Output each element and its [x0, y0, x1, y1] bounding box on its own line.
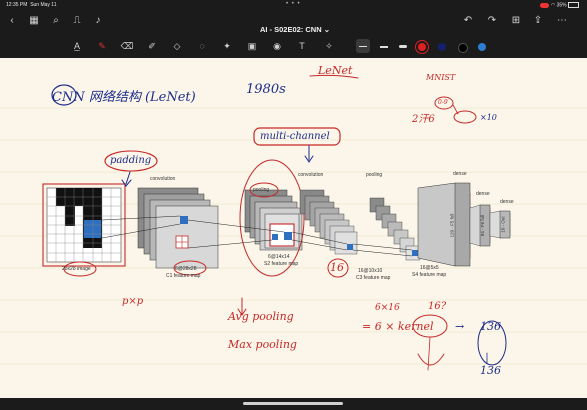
grid-view-icon[interactable]: ▦: [28, 15, 40, 27]
dense1-title: dense: [453, 171, 467, 177]
note-multi-channel: multi-channel: [260, 131, 330, 142]
note-era: 1980s: [246, 82, 286, 97]
note-pxp: p×p: [122, 296, 144, 307]
c1-feature-stack: [137, 187, 219, 269]
blue-color-swatch[interactable]: [478, 43, 486, 51]
note-avg-pooling: Avg pooling: [228, 310, 294, 323]
thick-stroke-option[interactable]: [396, 39, 410, 53]
status-time-date: 12:35 PM Sun May 11: [6, 2, 57, 8]
wifi-icon: ◠: [550, 2, 556, 9]
note-formula: = 6 × kernel: [362, 320, 434, 333]
drawing-toolbar: A̲ ✎ ⌫ ✐ ◇ ◌ ✦ ▣ ◉ T ✧: [0, 34, 587, 59]
medium-stroke-option[interactable]: [377, 39, 391, 53]
conv2-title: convolution: [298, 172, 324, 178]
microphone-icon[interactable]: ♪: [92, 15, 104, 27]
dense3-title: dense: [500, 199, 514, 205]
f5-label: 120 - F5 full: [449, 213, 455, 238]
note-max-pooling: Max pooling: [228, 338, 297, 351]
shapes-icon[interactable]: ◇: [170, 39, 184, 53]
note-title: CNN 网络结构 (LeNet): [52, 90, 196, 105]
undo-icon[interactable]: ↶: [462, 15, 474, 27]
c1-size: 6@28x28: [175, 266, 197, 272]
pool1-title: pooling: [253, 187, 270, 193]
redo-icon[interactable]: ↷: [486, 15, 498, 27]
sticker-icon[interactable]: ✦: [220, 39, 234, 53]
c3-size: 16@10x10: [358, 268, 383, 274]
out-label: 10 - Out: [500, 216, 506, 233]
input-image-grid: [42, 183, 126, 267]
red-color-swatch[interactable]: [418, 43, 426, 51]
note-mnist: MNIST: [426, 73, 456, 82]
note-16-question: 16?: [428, 301, 447, 312]
dense-layers: [417, 182, 511, 267]
note-6x16: 6×16: [375, 303, 400, 313]
input-label: 28x28 image: [62, 266, 91, 272]
s2-label: S2 feature map: [264, 261, 299, 267]
s4-size: 16@5x5: [420, 265, 439, 271]
share-icon[interactable]: ⇪: [532, 15, 544, 27]
search-icon[interactable]: ⌕: [50, 15, 62, 27]
dense2-title: dense: [476, 191, 490, 197]
note-page[interactable]: CNN 网络结构 (LeNet) 1980s LeNet MNIST 2汗6 0…: [0, 58, 587, 398]
lasso-icon[interactable]: ◌: [195, 39, 209, 53]
f6-label: 84 - F6 full: [480, 214, 486, 237]
status-right: ◠ 35%: [540, 2, 579, 8]
c1-label: C1 feature map: [166, 273, 201, 279]
status-date: Sun May 11: [30, 2, 57, 8]
battery-icon: [568, 2, 579, 8]
note-mnist-x: ×10: [480, 113, 497, 122]
conv1-title: convolution: [150, 176, 176, 182]
c3-label: C3 feature map: [356, 275, 391, 281]
image-icon[interactable]: ▣: [245, 39, 259, 53]
black-color-swatch[interactable]: [458, 43, 468, 53]
eraser-icon[interactable]: ⌫: [120, 39, 134, 53]
back-icon[interactable]: ‹: [6, 15, 18, 27]
status-time: 12:35 PM: [6, 2, 28, 8]
s4-feature-stack: [369, 197, 421, 261]
laser-pointer-icon[interactable]: ✧: [322, 39, 336, 53]
pen-icon[interactable]: ✎: [95, 39, 109, 53]
record-icon: [540, 2, 550, 8]
navy-color-swatch[interactable]: [438, 43, 446, 51]
navigation-bar: ‹ ▦ ⌕ ⎍ ♪ AI - S02E02: CNN ⌄ ↶ ↷ ⊞ ⇪ ⋯: [0, 10, 587, 34]
note-136: 136: [480, 320, 501, 333]
battery-percent: 35%: [556, 2, 567, 9]
add-page-icon[interactable]: ⊞: [510, 15, 522, 27]
note-lenet: LeNet: [318, 64, 353, 77]
multitask-dots-icon[interactable]: • • •: [286, 1, 301, 7]
note-mnist-digits: 0-9: [438, 99, 448, 106]
camera-icon[interactable]: ◉: [270, 39, 284, 53]
more-icon[interactable]: ⋯: [556, 15, 568, 27]
text-recognition-icon[interactable]: A̲: [70, 39, 84, 53]
note-16: 16: [330, 261, 344, 274]
s2-size: 6@14x14: [268, 254, 290, 260]
thin-stroke-option[interactable]: [356, 39, 370, 53]
note-arrow: →: [455, 320, 465, 333]
highlighter-icon[interactable]: ✐: [145, 39, 159, 53]
c3-feature-stack: [299, 189, 358, 255]
title-chevron-icon: ⌄: [323, 25, 331, 34]
note-mnist-count: 2汗6: [412, 114, 435, 125]
text-box-icon[interactable]: T: [295, 39, 309, 53]
note-136-b: 136: [480, 364, 501, 377]
bookmark-icon[interactable]: ⎍: [71, 15, 83, 27]
note-padding: padding: [110, 155, 152, 166]
document-title-text: AI - S02E02: CNN: [259, 25, 322, 34]
home-indicator[interactable]: [243, 402, 343, 405]
pool2-title: pooling: [366, 172, 383, 178]
document-title[interactable]: AI - S02E02: CNN ⌄: [240, 25, 350, 34]
s4-label: S4 feature map: [412, 272, 447, 278]
